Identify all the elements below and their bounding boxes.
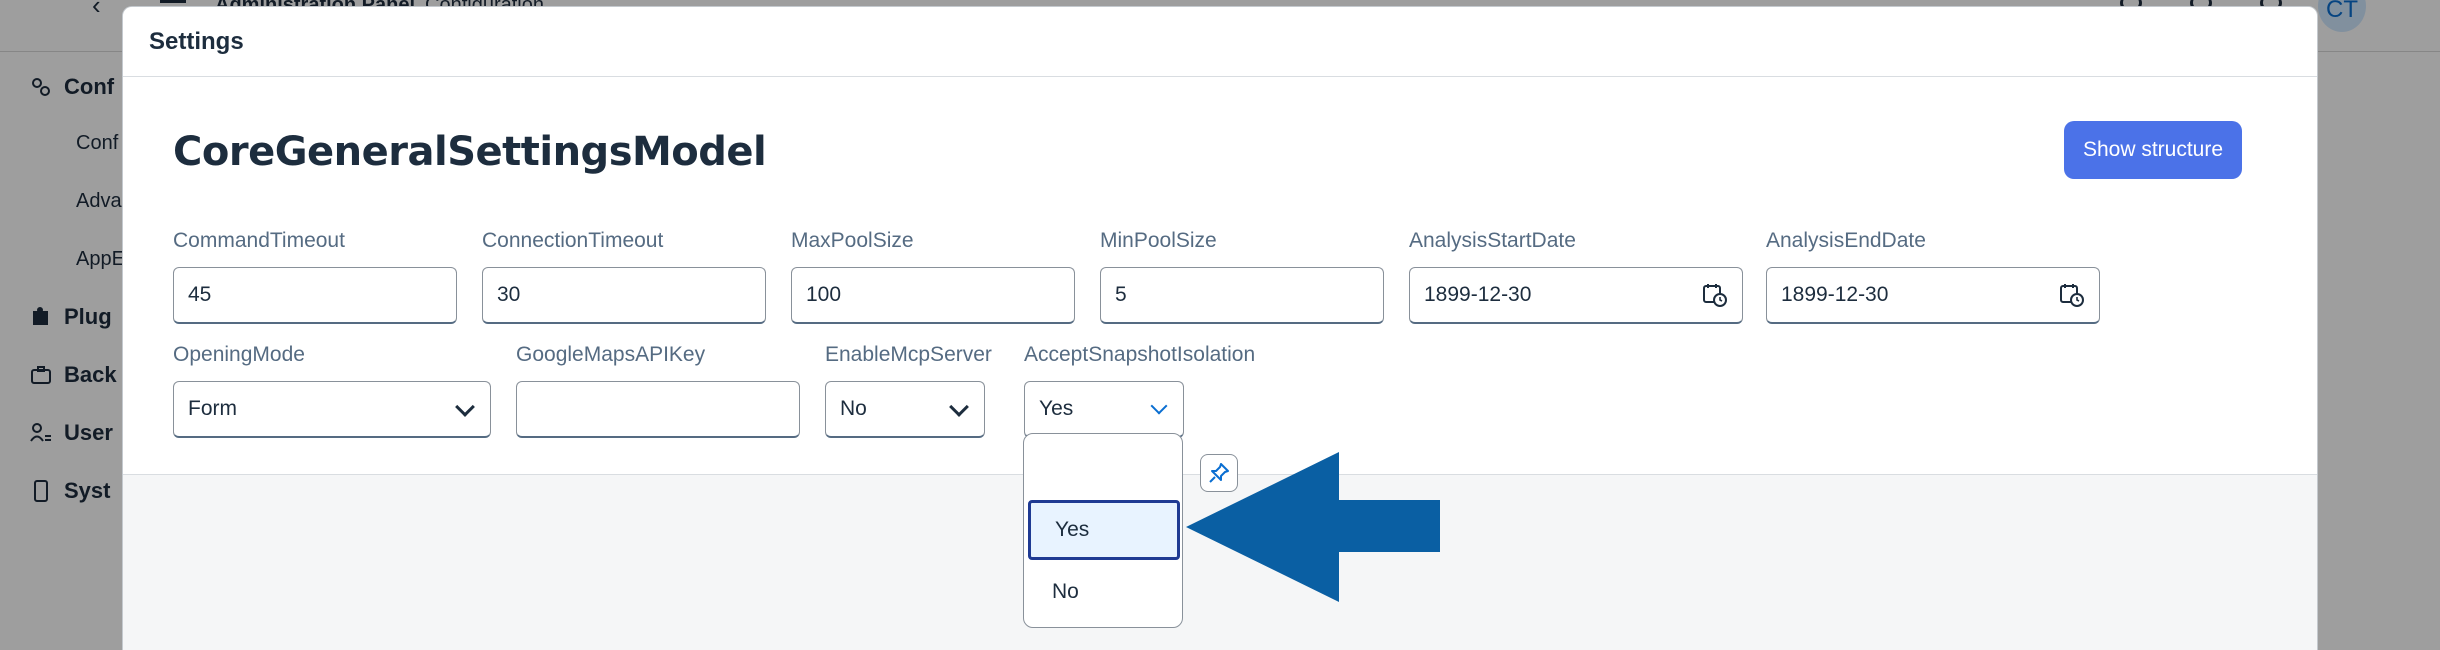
connection-timeout-input[interactable]: 30 [482,267,766,324]
analysis-start-date-input[interactable]: 1899-12-30 [1409,267,1743,324]
dialog-title: Settings [149,27,244,55]
analysis-end-date-value: 1899-12-30 [1781,283,1889,306]
calendar-clock-icon[interactable] [2059,282,2085,308]
max-pool-size-input[interactable]: 100 [791,267,1075,324]
dropdown-option-empty[interactable] [1028,442,1180,498]
analysis-start-date-label: AnalysisStartDate [1409,229,1576,252]
min-pool-size-label: MinPoolSize [1100,229,1217,252]
command-timeout-value: 45 [188,283,212,306]
connection-timeout-label: ConnectionTimeout [482,229,664,252]
accept-snapshot-isolation-value: Yes [1039,397,1074,420]
snapshot-isolation-dropdown: Yes No [1023,433,1183,628]
analysis-end-date-label: AnalysisEndDate [1766,229,1926,252]
dialog-body: CoreGeneralSettingsModel Show structure … [123,77,2317,475]
dropdown-option-yes[interactable]: Yes [1028,500,1180,560]
dropdown-option-label: Yes [1055,518,1090,541]
opening-mode-label: OpeningMode [173,343,305,366]
enable-mcp-server-label: EnableMcpServer [825,343,992,366]
calendar-clock-icon[interactable] [1702,282,1728,308]
max-pool-size-label: MaxPoolSize [791,229,914,252]
accept-snapshot-isolation-select[interactable]: Yes [1024,381,1184,438]
accept-snapshot-isolation-label: AcceptSnapshotIsolation [1024,343,1256,366]
dropdown-option-no[interactable]: No [1028,564,1180,620]
min-pool-size-value: 5 [1115,283,1127,306]
dropdown-option-label: No [1052,580,1079,603]
command-timeout-label: CommandTimeout [173,229,345,252]
analysis-end-date-input[interactable]: 1899-12-30 [1766,267,2100,324]
dialog-header: Settings [123,7,2317,77]
enable-mcp-server-value: No [840,397,867,420]
annotation-arrow-icon [1186,452,1440,602]
chevron-down-icon [455,397,475,417]
google-maps-api-key-label: GoogleMapsAPIKey [516,343,706,366]
connection-timeout-value: 30 [497,283,521,306]
opening-mode-value: Form [188,397,237,420]
chevron-down-icon [1150,397,1168,415]
opening-mode-select[interactable]: Form [173,381,491,438]
min-pool-size-input[interactable]: 5 [1100,267,1384,324]
show-structure-button[interactable]: Show structure [2064,121,2242,179]
chevron-down-icon [949,397,969,417]
max-pool-size-value: 100 [806,283,842,306]
enable-mcp-server-select[interactable]: No [825,381,985,438]
google-maps-api-key-input[interactable] [516,381,800,438]
analysis-start-date-value: 1899-12-30 [1424,283,1532,306]
model-title: CoreGeneralSettingsModel [173,129,767,175]
command-timeout-input[interactable]: 45 [173,267,457,324]
